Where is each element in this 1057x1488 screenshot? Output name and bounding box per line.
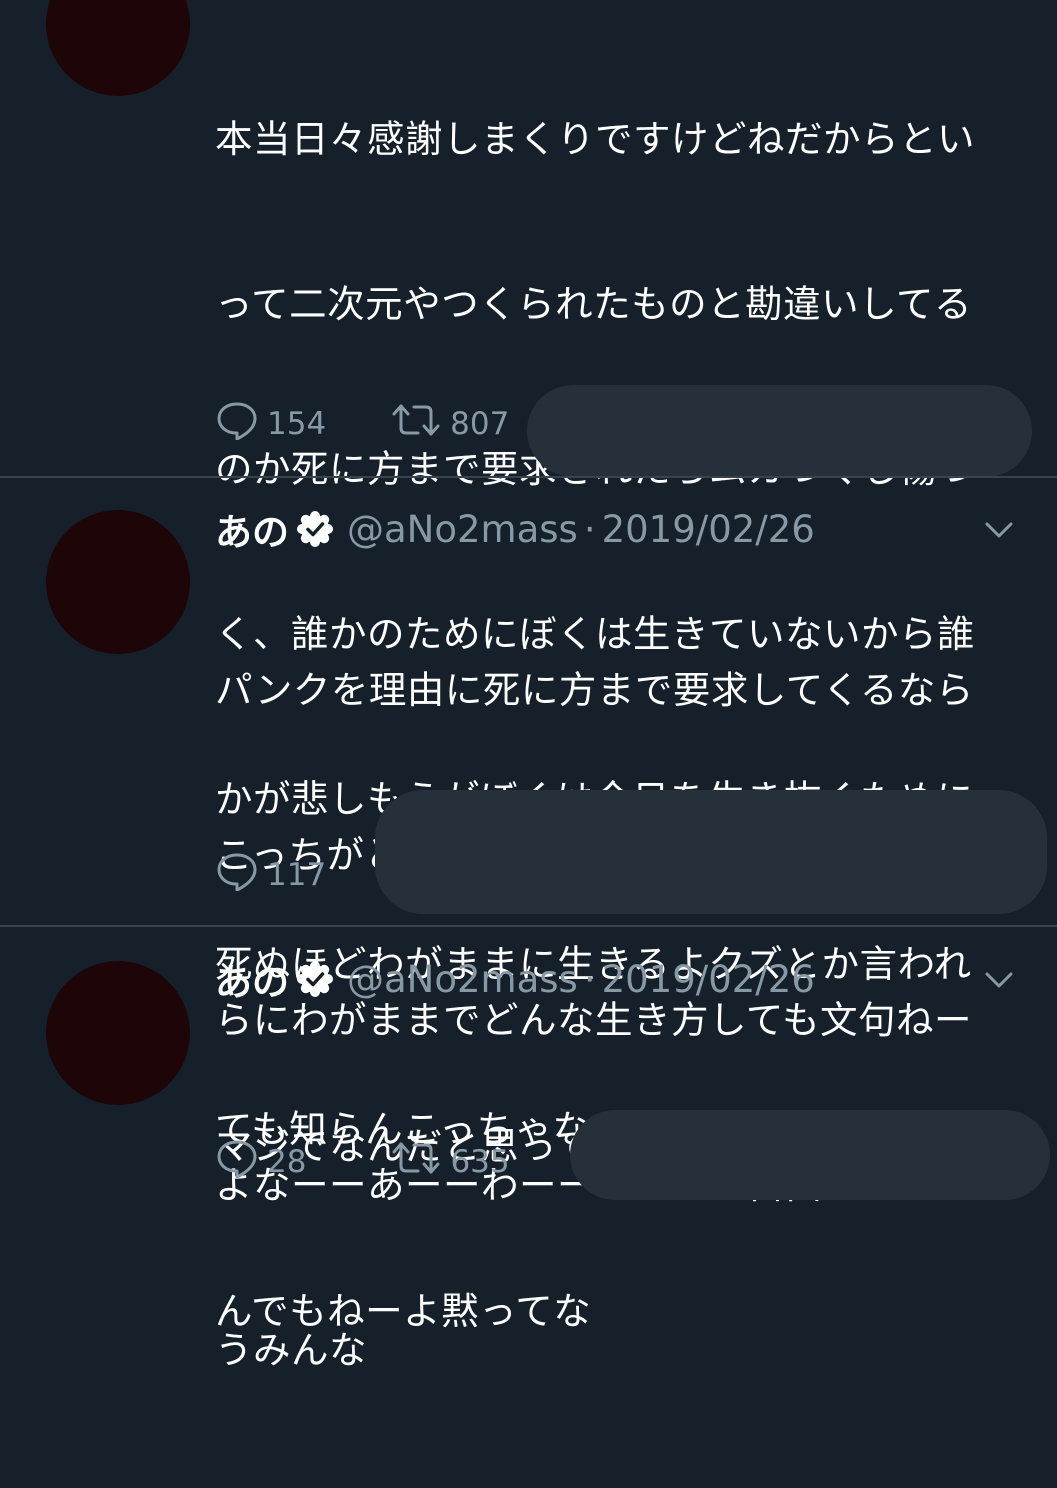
reply-button[interactable]: 154 bbox=[215, 400, 326, 448]
retweet-count: 807 bbox=[450, 406, 510, 442]
redacted-area bbox=[570, 1110, 1050, 1200]
redacted-area bbox=[527, 385, 1032, 477]
reply-icon bbox=[215, 400, 267, 448]
handle[interactable]: @aNo2mass bbox=[347, 958, 578, 1001]
separator: · bbox=[583, 507, 596, 551]
tweet-actions: 117 bbox=[215, 850, 326, 900]
reply-count: 117 bbox=[267, 857, 327, 893]
avatar[interactable] bbox=[46, 0, 190, 96]
retweet-button[interactable]: 807 bbox=[390, 400, 509, 448]
retweet-icon bbox=[390, 400, 450, 448]
avatar[interactable] bbox=[46, 510, 190, 654]
tweet-text-line: パンクを理由に死に方まで要求してくるなら bbox=[215, 668, 974, 712]
reply-button[interactable]: 117 bbox=[215, 851, 326, 899]
tweet-text: マジでなんだと思ってんだよそれは愛でもな んでもねーよ黙ってな bbox=[215, 1009, 1015, 1449]
tweet-3[interactable]: あの @aNo2mass · 2019/02/26 マジでなんだと思ってんだよそ… bbox=[0, 927, 1057, 1333]
redacted-area bbox=[375, 790, 1047, 914]
avatar[interactable] bbox=[46, 961, 190, 1105]
tweet-2[interactable]: あの @aNo2mass · 2019/02/26 パンクを理由に死に方まで要求… bbox=[0, 478, 1057, 1372]
tweet-text-line: って二次元やつくられたものと勘違いしてる bbox=[215, 282, 972, 326]
reply-count: 154 bbox=[267, 406, 327, 442]
reply-button[interactable]: 28 bbox=[215, 1138, 306, 1186]
retweet-button[interactable]: 635 bbox=[390, 1138, 510, 1186]
tweet-text-line: んでもねーよ黙ってな bbox=[215, 1289, 592, 1333]
tweet-actions: 28 635 bbox=[215, 1137, 510, 1187]
verified-badge-icon bbox=[297, 511, 333, 547]
retweet-icon bbox=[390, 1138, 450, 1186]
tweet-1[interactable]: 本当日々感謝しまくりですけどねだからとい って二次元やつくられたものと勘違いして… bbox=[0, 0, 1057, 1151]
display-name[interactable]: あの bbox=[215, 502, 289, 556]
tweet-actions: 154 807 bbox=[215, 399, 509, 449]
chevron-down-icon[interactable] bbox=[981, 512, 1017, 548]
timestamp[interactable]: 2019/02/26 bbox=[602, 508, 815, 551]
retweet-count: 635 bbox=[450, 1144, 510, 1180]
separator: · bbox=[583, 957, 596, 1001]
tweet-header: あの @aNo2mass · 2019/02/26 bbox=[215, 952, 815, 1006]
reply-count: 28 bbox=[267, 1144, 307, 1180]
reply-icon bbox=[215, 851, 267, 899]
tweet-header: あの @aNo2mass · 2019/02/26 bbox=[215, 502, 815, 556]
reply-icon bbox=[215, 1138, 267, 1186]
chevron-down-icon[interactable] bbox=[981, 962, 1017, 998]
handle[interactable]: @aNo2mass bbox=[347, 508, 578, 551]
tweet-text-line: 本当日々感謝しまくりですけどねだからとい bbox=[215, 117, 975, 161]
timestamp[interactable]: 2019/02/26 bbox=[602, 958, 815, 1001]
display-name[interactable]: あの bbox=[215, 952, 289, 1006]
verified-badge-icon bbox=[297, 961, 333, 997]
